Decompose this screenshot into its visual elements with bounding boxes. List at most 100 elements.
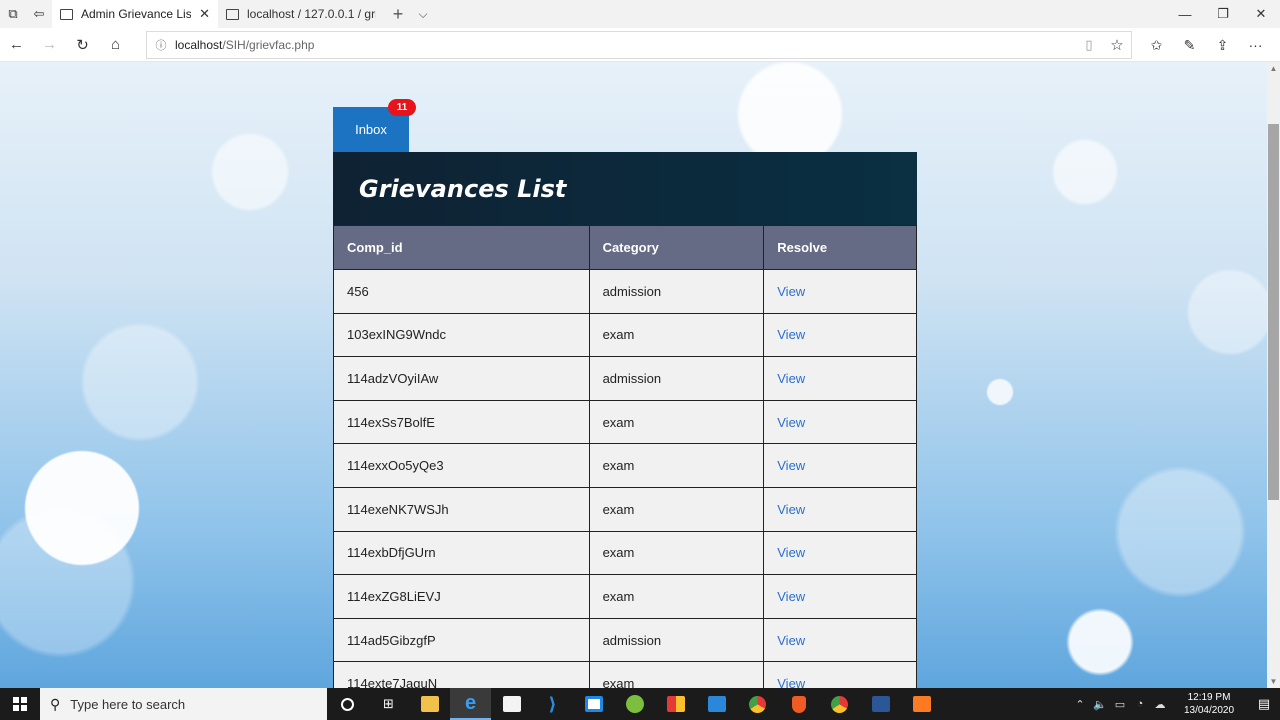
category-cell: admission: [588, 269, 765, 314]
app-icon[interactable]: [573, 688, 614, 720]
clock-date: 13/04/2020: [1183, 705, 1235, 716]
table-header-row: Comp_id Category Resolve: [333, 225, 917, 270]
tab-admin-grievance-list[interactable]: Admin Grievance List ✕: [52, 0, 218, 28]
column-header-comp-id: Comp_id: [333, 225, 590, 270]
table-row: 114exte7JaguN exam View: [333, 661, 917, 688]
search-placeholder: Type here to search: [70, 696, 186, 712]
search-icon: ⚲: [50, 695, 61, 712]
category-cell: exam: [588, 312, 765, 358]
volume-icon[interactable]: 🔈: [1090, 698, 1110, 711]
chrome-profile-icon[interactable]: [819, 688, 860, 720]
view-link[interactable]: View: [763, 269, 917, 314]
chrome-icon[interactable]: [737, 688, 778, 720]
edge-icon[interactable]: e: [450, 688, 491, 720]
tab-title: localhost / 127.0.0.1 / grievo: [247, 7, 376, 21]
column-header-category: Category: [588, 225, 765, 270]
task-view-icon[interactable]: ⊞: [368, 688, 409, 720]
view-link[interactable]: View: [763, 486, 917, 532]
close-window-button[interactable]: ✕: [1242, 0, 1280, 28]
cloud-icon[interactable]: ☁: [1150, 698, 1170, 711]
url-text[interactable]: localhost/SIH/grievfac.php: [175, 38, 1075, 52]
favorite-star-icon[interactable]: ☆: [1103, 36, 1131, 54]
view-link[interactable]: View: [763, 399, 917, 445]
battery-icon[interactable]: ▭: [1110, 698, 1130, 711]
browser-tab-bar: ⧉ ⇦ Admin Grievance List ✕ localhost / 1…: [0, 0, 1280, 28]
taskbar-search[interactable]: ⚲ Type here to search: [40, 688, 327, 720]
refresh-button[interactable]: ↻: [66, 28, 99, 62]
grievances-panel: Grievances List Comp_id Category Resolve…: [333, 152, 917, 688]
comp-id-cell: 114exte7JaguN: [333, 661, 590, 688]
page-scrollbar[interactable]: ▲ ▼: [1267, 62, 1280, 688]
table-row: 114ad5GibzgfP admission View: [333, 617, 917, 663]
clock[interactable]: 12:19 PM 13/04/2020: [1170, 691, 1248, 717]
scrollbar-thumb[interactable]: [1268, 124, 1279, 500]
table-row: 114exxOo5yQe3 exam View: [333, 443, 917, 488]
xampp-icon[interactable]: [901, 688, 942, 720]
comp-id-cell: 114exeNK7WSJh: [333, 486, 590, 532]
view-link[interactable]: View: [763, 443, 917, 488]
tiles-app-icon[interactable]: [655, 688, 696, 720]
page-viewport: Inbox 11 Grievances List Comp_id Categor…: [0, 62, 1267, 688]
comp-id-cell: 114exSs7BolfE: [333, 399, 590, 445]
store-icon[interactable]: [491, 688, 532, 720]
vscode-icon[interactable]: ⟩: [532, 688, 573, 720]
tab-title: Admin Grievance List: [81, 7, 192, 21]
maximize-button[interactable]: ❐: [1204, 0, 1242, 28]
browser-nav-bar: ← → ↻ ⌂ ⓘ localhost/SIH/grievfac.php ▯ ☆…: [0, 28, 1280, 62]
tab-groups-icon[interactable]: ⧉: [0, 0, 26, 28]
column-header-resolve: Resolve: [763, 225, 917, 270]
set-aside-tabs-icon[interactable]: ⇦: [26, 0, 52, 28]
table-row: 114exbDfjGUrn exam View: [333, 530, 917, 576]
view-link[interactable]: View: [763, 530, 917, 576]
cortana-icon[interactable]: [327, 688, 368, 720]
url-host: localhost: [175, 38, 223, 52]
table-row: 114exSs7BolfE exam View: [333, 399, 917, 445]
comp-id-cell: 114exbDfjGUrn: [333, 530, 590, 576]
comp-id-cell: 103exING9Wndc: [333, 312, 590, 358]
grievances-table: Comp_id Category Resolve 456 admission Vie…: [333, 225, 917, 688]
tab-phpmyadmin[interactable]: localhost / 127.0.0.1 / grievo: [218, 0, 384, 28]
category-cell: exam: [588, 486, 765, 532]
minimize-button[interactable]: —: [1166, 0, 1204, 28]
brave-icon[interactable]: [778, 688, 819, 720]
category-cell: admission: [588, 617, 765, 663]
word-icon[interactable]: [860, 688, 901, 720]
scroll-up-arrow-icon[interactable]: ▲: [1267, 62, 1280, 75]
view-link[interactable]: View: [763, 617, 917, 663]
wifi-icon[interactable]: ◔: [1130, 698, 1150, 710]
category-cell: exam: [588, 443, 765, 488]
back-button[interactable]: ←: [0, 28, 33, 62]
view-link[interactable]: View: [763, 661, 917, 688]
scroll-down-arrow-icon[interactable]: ▼: [1267, 675, 1280, 688]
home-button[interactable]: ⌂: [99, 28, 132, 62]
new-tab-button[interactable]: +: [384, 0, 412, 28]
notification-badge: 11: [388, 99, 416, 116]
chevron-down-icon[interactable]: ⌵: [412, 0, 434, 28]
close-icon[interactable]: ✕: [199, 6, 210, 22]
page-icon: [60, 8, 73, 20]
forward-button[interactable]: →: [33, 28, 66, 62]
category-cell: admission: [588, 356, 765, 401]
file-explorer-icon[interactable]: [409, 688, 450, 720]
android-studio-icon[interactable]: [614, 688, 655, 720]
pen-icon[interactable]: ✎: [1173, 28, 1206, 62]
info-icon[interactable]: ⓘ: [147, 37, 175, 53]
system-tray: ⌃ 🔈 ▭ ◔ ☁ 12:19 PM 13/04/2020 ▤: [1070, 688, 1280, 720]
view-link[interactable]: View: [763, 574, 917, 619]
view-link[interactable]: View: [763, 356, 917, 401]
favorites-icon[interactable]: ✩: [1140, 28, 1173, 62]
chevron-up-icon[interactable]: ⌃: [1070, 698, 1090, 711]
share-icon[interactable]: ⇪: [1206, 28, 1239, 62]
more-icon[interactable]: ···: [1239, 28, 1272, 62]
start-button[interactable]: [0, 688, 40, 720]
reading-view-icon[interactable]: ▯: [1075, 37, 1103, 53]
comp-id-cell: 114ad5GibzgfP: [333, 617, 590, 663]
clock-time: 12:19 PM: [1187, 692, 1231, 703]
mail-icon[interactable]: [696, 688, 737, 720]
comp-id-cell: 114exZG8LiEVJ: [333, 574, 590, 619]
category-cell: exam: [588, 530, 765, 576]
comp-id-cell: 456: [333, 269, 590, 314]
address-bar[interactable]: ⓘ localhost/SIH/grievfac.php ▯ ☆: [146, 31, 1132, 59]
view-link[interactable]: View: [763, 312, 917, 358]
notification-icon[interactable]: ▤: [1248, 696, 1280, 712]
